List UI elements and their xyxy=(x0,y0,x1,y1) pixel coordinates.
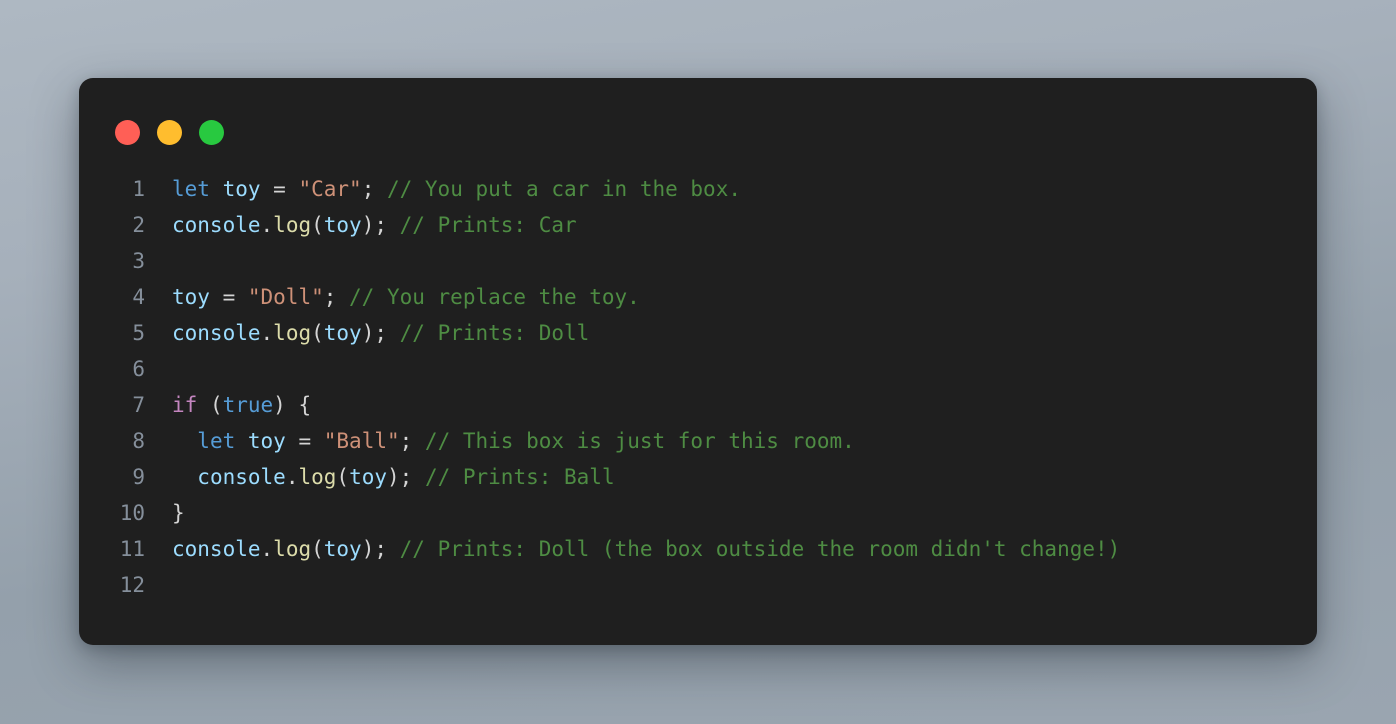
code-line[interactable]: } xyxy=(172,495,1317,531)
code-token: log xyxy=(298,465,337,489)
code-token: "Doll" xyxy=(247,285,324,309)
code-token: ; xyxy=(323,285,350,309)
code-token: . xyxy=(260,537,274,561)
code-line[interactable]: console.log(toy); // Prints: Car xyxy=(172,207,1317,243)
code-token: toy xyxy=(323,537,362,561)
window-titlebar xyxy=(79,78,1317,145)
code-token: console xyxy=(172,537,261,561)
code-line[interactable] xyxy=(172,351,1317,387)
code-token: ; xyxy=(399,429,425,453)
code-token: } xyxy=(172,501,185,525)
code-token: toy xyxy=(349,465,387,489)
code-line[interactable] xyxy=(172,243,1317,279)
code-token: "Car" xyxy=(298,177,362,201)
close-window-button[interactable] xyxy=(115,119,140,145)
code-token: console xyxy=(172,321,261,345)
line-number: 7 xyxy=(132,393,145,417)
code-token: toy xyxy=(323,321,362,345)
line-number: 5 xyxy=(132,321,145,345)
code-token: log xyxy=(273,537,312,561)
code-token: // Prints: Doll (the box outside the roo… xyxy=(399,537,1121,561)
code-line[interactable]: toy = "Doll"; // You replace the toy. xyxy=(172,279,1317,315)
code-token: true xyxy=(222,393,274,417)
code-token: ); xyxy=(361,537,400,561)
code-line[interactable]: if (true) { xyxy=(172,387,1317,423)
code-token: . xyxy=(260,213,274,237)
code-token: toy xyxy=(172,285,210,309)
line-number: 9 xyxy=(132,465,145,489)
code-token: let xyxy=(172,177,210,201)
line-number: 2 xyxy=(132,213,145,237)
line-number: 1 xyxy=(132,177,145,201)
code-line[interactable]: console.log(toy); // Prints: Doll (the b… xyxy=(172,531,1317,567)
code-token: ( xyxy=(197,393,223,417)
code-token: ( xyxy=(311,213,324,237)
line-number: 11 xyxy=(119,537,145,561)
code-token: = xyxy=(285,429,324,453)
code-token: = xyxy=(260,177,299,201)
code-token: . xyxy=(285,465,299,489)
code-window: 1 2 3 4 5 6 7 8 9 10 11 12 let toy = "Car"; // You … xyxy=(79,78,1317,645)
line-number-gutter: 1 2 3 4 5 6 7 8 9 10 11 12 xyxy=(79,171,145,603)
code-token: // Prints: Ball xyxy=(424,465,615,489)
code-token: // Prints: Car xyxy=(399,213,577,237)
code-token: toy xyxy=(222,177,261,201)
code-token: ); xyxy=(361,213,400,237)
code-token: ; xyxy=(361,177,387,201)
code-line[interactable]: let toy = "Car"; // You put a car in the… xyxy=(172,171,1317,207)
code-line[interactable]: let toy = "Ball"; // This box is just fo… xyxy=(172,423,1317,459)
code-token: ( xyxy=(311,321,324,345)
code-token: toy xyxy=(247,429,286,453)
code-token: // Prints: Doll xyxy=(399,321,590,345)
code-token: = xyxy=(209,285,248,309)
code-token: toy xyxy=(323,213,362,237)
line-number: 4 xyxy=(132,285,145,309)
code-lines[interactable]: let toy = "Car"; // You put a car in the… xyxy=(145,171,1317,603)
maximize-window-button[interactable] xyxy=(199,119,224,145)
code-token: . xyxy=(260,321,274,345)
line-number: 6 xyxy=(132,357,145,381)
code-token: if xyxy=(172,393,198,417)
code-token: ) { xyxy=(273,393,312,417)
line-number: 3 xyxy=(132,249,145,273)
code-token: ( xyxy=(311,537,324,561)
code-token: // You replace the toy. xyxy=(349,285,640,309)
minimize-window-button[interactable] xyxy=(157,119,182,145)
code-token: console xyxy=(172,213,261,237)
code-token: "Ball" xyxy=(323,429,400,453)
code-token: log xyxy=(273,321,312,345)
code-line[interactable]: console.log(toy); // Prints: Ball xyxy=(172,459,1317,495)
code-token: // This box is just for this room. xyxy=(424,429,855,453)
code-token: log xyxy=(273,213,312,237)
code-line[interactable]: console.log(toy); // Prints: Doll xyxy=(172,315,1317,351)
code-token: console xyxy=(197,465,286,489)
line-number: 8 xyxy=(132,429,145,453)
code-line[interactable] xyxy=(172,567,1317,603)
code-token: // You put a car in the box. xyxy=(386,177,741,201)
line-number: 10 xyxy=(119,501,145,525)
code-token: let xyxy=(197,429,236,453)
code-token: ); xyxy=(387,465,425,489)
line-number: 12 xyxy=(119,573,145,597)
code-token: ); xyxy=(361,321,400,345)
code-token: ( xyxy=(336,465,350,489)
code-editor[interactable]: 1 2 3 4 5 6 7 8 9 10 11 12 let toy = "Car"; // You … xyxy=(79,143,1317,603)
